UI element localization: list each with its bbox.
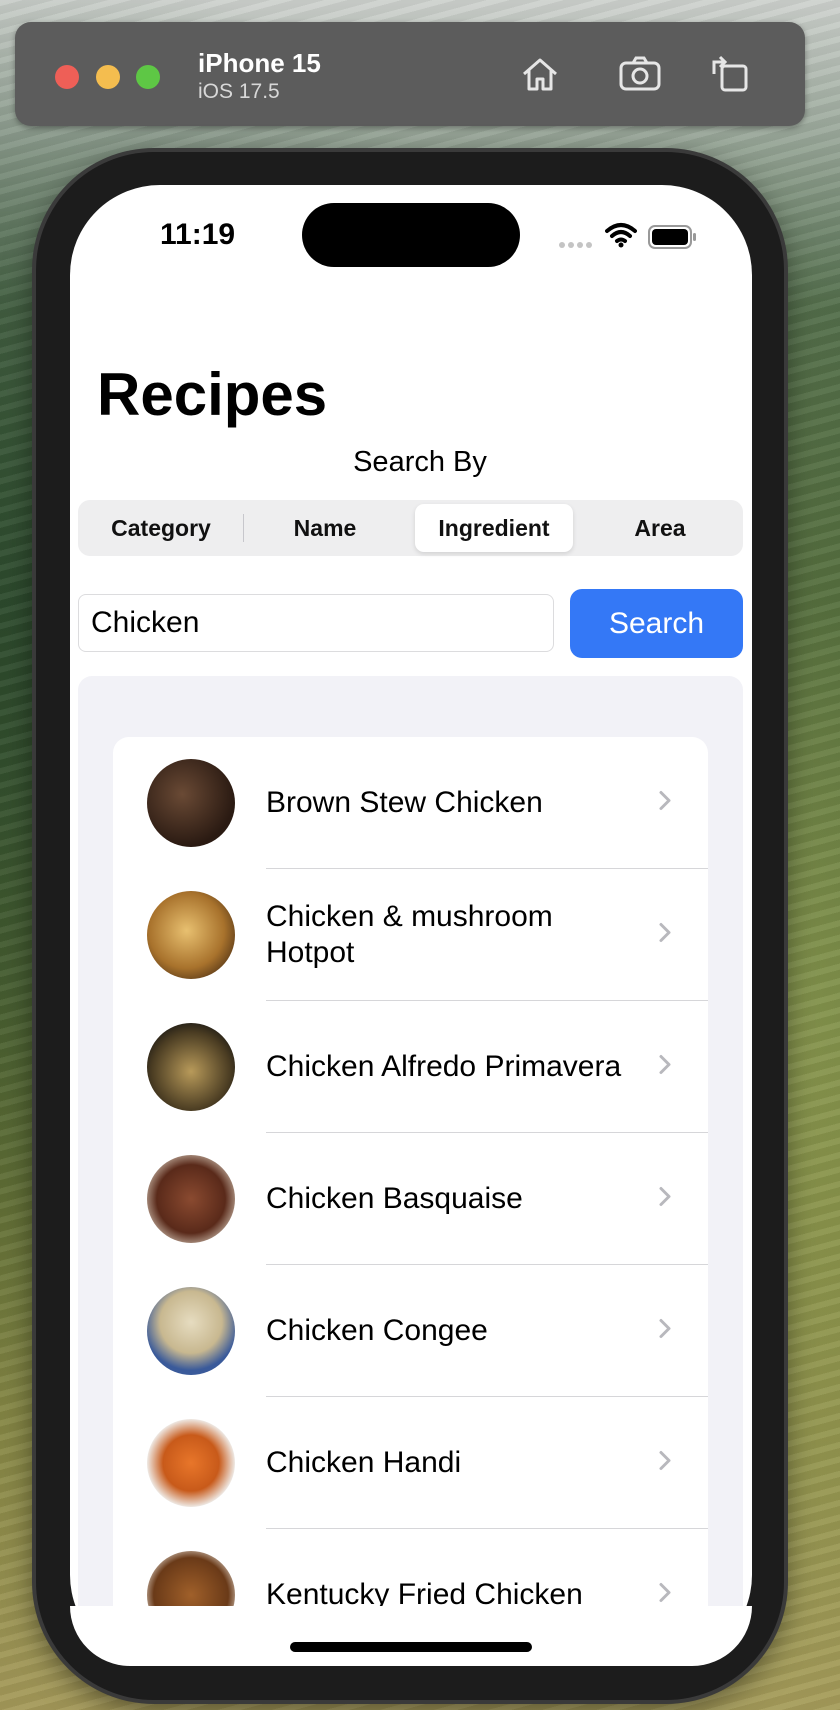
recipe-name: Chicken Congee [266, 1314, 488, 1347]
list-item[interactable]: Chicken Congee [113, 1265, 708, 1397]
recipe-thumbnail [147, 759, 235, 847]
wifi-icon [605, 222, 637, 253]
cellular-signal-icon [558, 236, 594, 254]
recipe-thumbnail [147, 1023, 235, 1111]
recipe-thumbnail [147, 891, 235, 979]
list-item[interactable]: Chicken & mushroom Hotpot [113, 869, 708, 1001]
segment-category[interactable]: Category [82, 504, 240, 552]
close-window-button[interactable] [55, 65, 79, 89]
status-time: 11:19 [160, 218, 236, 251]
list-item[interactable]: Brown Stew Chicken [113, 737, 708, 869]
results-list: Brown Stew Chicken Chicken & mushroom Ho… [113, 737, 708, 1661]
rotate-icon[interactable] [708, 52, 752, 96]
simulator-toolbar [15, 22, 805, 126]
search-input[interactable] [78, 594, 554, 652]
recipe-name: Chicken Basquaise [266, 1182, 523, 1215]
screenshot-icon[interactable] [618, 52, 662, 96]
simulator-os-version: iOS 17.5 [198, 80, 280, 103]
home-indicator[interactable] [290, 1642, 532, 1652]
list-item[interactable]: Chicken Alfredo Primavera [113, 1001, 708, 1133]
segment-ingredient[interactable]: Ingredient [415, 504, 573, 552]
recipe-name: Brown Stew Chicken [266, 786, 543, 819]
recipe-thumbnail [147, 1155, 235, 1243]
recipe-thumbnail [147, 1287, 235, 1375]
list-item[interactable]: Chicken Handi [113, 1397, 708, 1529]
recipe-name: Chicken Handi [266, 1446, 462, 1479]
segment-divider [243, 514, 244, 542]
chevron-right-icon [658, 1450, 672, 1477]
search-by-label: Search By [353, 446, 487, 478]
segment-area[interactable]: Area [581, 504, 739, 552]
chevron-right-icon [658, 922, 672, 949]
chevron-right-icon [658, 1054, 672, 1081]
simulator-device-name: iPhone 15 [198, 48, 321, 78]
page-title: Recipes [97, 361, 328, 428]
minimize-window-button[interactable] [96, 65, 120, 89]
search-button[interactable]: Search [570, 589, 743, 658]
chevron-right-icon [658, 1186, 672, 1213]
recipe-thumbnail [147, 1419, 235, 1507]
home-icon[interactable] [518, 52, 562, 96]
dynamic-island [302, 203, 520, 267]
chevron-right-icon [658, 790, 672, 817]
list-item[interactable]: Chicken Basquaise [113, 1133, 708, 1265]
recipe-name: Chicken & mushroom Hotpot [266, 900, 553, 969]
chevron-right-icon [658, 1582, 672, 1609]
zoom-window-button[interactable] [136, 65, 160, 89]
chevron-right-icon [658, 1318, 672, 1345]
battery-icon [648, 225, 698, 254]
recipe-name: Chicken Alfredo Primavera [266, 1050, 622, 1083]
segment-name[interactable]: Name [246, 504, 404, 552]
search-by-segmented-control: Category Name Ingredient Area [78, 500, 743, 556]
bottom-safe-area [70, 1606, 752, 1666]
